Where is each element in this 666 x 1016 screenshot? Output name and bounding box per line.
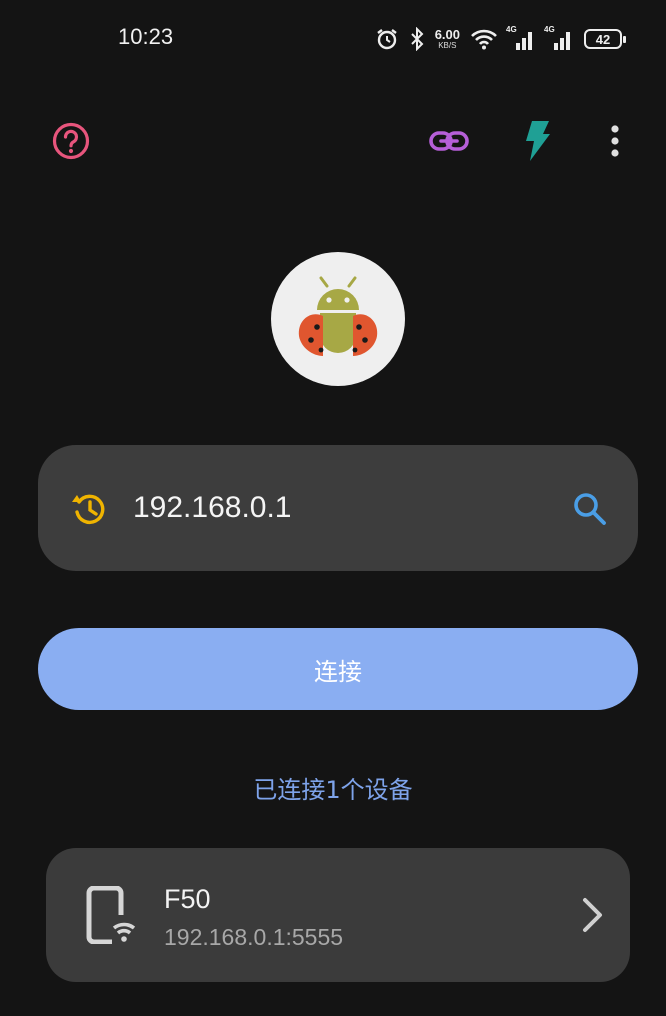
address-search-bar (38, 445, 638, 571)
history-icon[interactable] (70, 490, 108, 528)
bluetooth-icon (409, 27, 425, 51)
link-button[interactable] (426, 118, 472, 164)
network-speed-unit: KB/S (438, 41, 457, 50)
app-logo (271, 252, 405, 386)
battery-icon: 42 (584, 29, 626, 49)
connected-devices-count[interactable]: 已连接1个设备 (0, 770, 666, 805)
battery-level: 42 (595, 31, 611, 47)
signal-icon: 4G (506, 25, 536, 51)
device-name: F50 (164, 884, 211, 914)
status-icons: 6.00 KB/S 4G 4G 42 (375, 24, 626, 54)
ladybug-android-icon (298, 276, 378, 356)
wifi-icon (470, 28, 498, 50)
more-options-button[interactable] (592, 118, 638, 164)
help-icon (52, 122, 90, 160)
network-speed-value: 6.00 (434, 27, 460, 42)
sim2-label: 4G (544, 25, 555, 34)
status-bar: 10:23 6.00 KB/S 4G 4G 42 (0, 0, 666, 78)
network-speed: 6.00 KB/S (435, 28, 460, 50)
device-list-item[interactable]: F50 192.168.0.1:5555 (46, 848, 630, 982)
alarm-icon (375, 27, 399, 51)
connect-button[interactable]: 连接 (38, 628, 638, 710)
sim1-label: 4G (506, 25, 517, 34)
more-vert-icon (611, 125, 619, 157)
search-icon[interactable] (572, 491, 608, 527)
status-time: 10:23 (118, 24, 174, 49)
flash-button[interactable] (514, 118, 560, 164)
chevron-right-icon (583, 898, 602, 932)
phone-wifi-icon (86, 886, 136, 944)
link-icon (429, 131, 469, 151)
flash-icon (526, 121, 550, 161)
device-address: 192.168.0.1:5555 (164, 924, 344, 950)
signal-icon: 4G (544, 25, 574, 51)
address-input[interactable] (133, 483, 533, 533)
help-button[interactable] (48, 118, 94, 164)
